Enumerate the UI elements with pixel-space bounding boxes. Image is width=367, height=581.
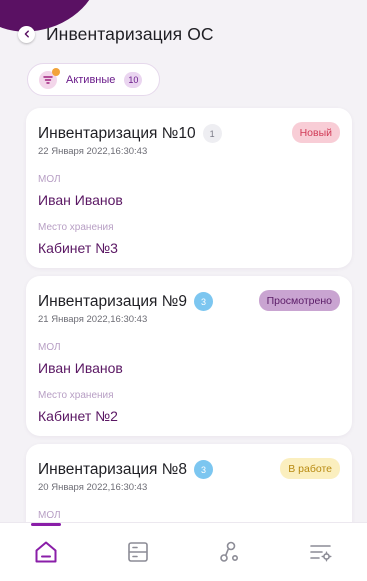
- list-icon: [127, 542, 148, 562]
- card-title: Инвентаризация №10: [38, 124, 196, 142]
- storage-value: Кабинет №2: [38, 408, 118, 424]
- card-date: 20 Января 2022,16:30:43: [38, 482, 148, 493]
- mol-label: МОЛ: [38, 342, 61, 353]
- filter-count-badge: 10: [124, 71, 143, 88]
- card-title: Инвентаризация №8: [38, 460, 187, 478]
- card-title: Инвентаризация №9: [38, 292, 187, 310]
- storage-value: Кабинет №3: [38, 240, 118, 256]
- card-count-badge: 3: [193, 292, 213, 311]
- back-button[interactable]: [18, 25, 35, 43]
- nav-settings[interactable]: [291, 523, 351, 581]
- filter-label: Активные: [66, 73, 116, 86]
- filter-chip[interactable]: Активные 10: [27, 63, 160, 96]
- nav-list[interactable]: [108, 523, 168, 581]
- status-badge: Новый: [291, 122, 340, 143]
- nav-home[interactable]: [16, 522, 76, 581]
- mol-label: МОЛ: [38, 174, 61, 185]
- card-count-badge: 1: [202, 124, 222, 143]
- card-date: 21 Января 2022,16:30:43: [38, 314, 148, 325]
- inventory-card[interactable]: Инвентаризация №10 1 Новый 22 Января 202…: [26, 108, 352, 268]
- page-header: Инвентаризация ОС: [18, 22, 357, 46]
- filter-indicator-dot: [52, 67, 60, 76]
- nav-structure[interactable]: [199, 523, 259, 581]
- chevron-left-icon: [24, 30, 29, 38]
- home-icon: [35, 541, 57, 563]
- filter-icon: [39, 67, 60, 89]
- storage-label: Место хранения: [38, 222, 114, 233]
- status-badge: Просмотрено: [258, 290, 340, 311]
- status-badge: В работе: [280, 458, 340, 479]
- card-count-badge: 3: [193, 460, 213, 479]
- nodes-icon: [220, 541, 239, 562]
- settings-icon: [310, 545, 332, 562]
- mol-label: МОЛ: [38, 510, 61, 521]
- storage-label: Место хранения: [38, 390, 114, 401]
- mol-value: Иван Иванов: [38, 192, 123, 208]
- mol-value: Иван Иванов: [38, 360, 123, 376]
- card-date: 22 Января 2022,16:30:43: [38, 146, 148, 157]
- bottom-navigation: [0, 522, 367, 581]
- page-title: Инвентаризация ОС: [46, 23, 214, 44]
- inventory-card[interactable]: Инвентаризация №9 3 Просмотрено 21 Январ…: [26, 276, 352, 436]
